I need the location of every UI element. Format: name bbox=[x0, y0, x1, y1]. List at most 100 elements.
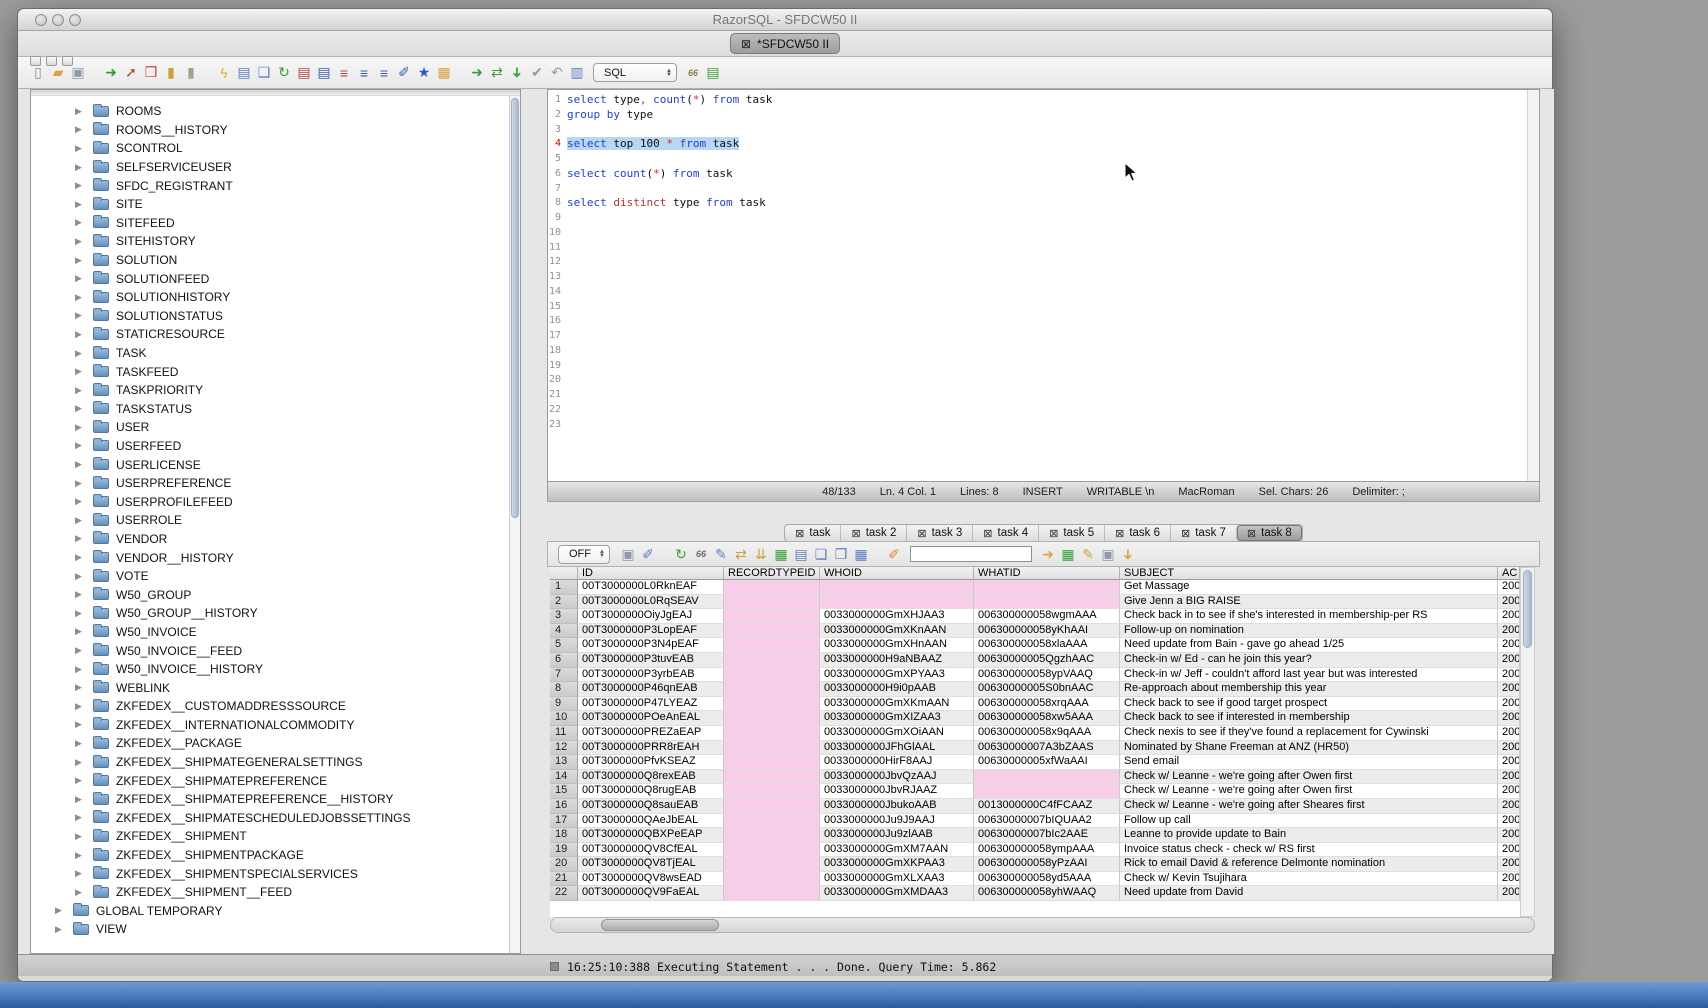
close-tab-icon[interactable]: ⊠ bbox=[1181, 527, 1190, 540]
cell[interactable]: 200 bbox=[1498, 784, 1520, 799]
down-arrow-icon[interactable]: ➜ bbox=[508, 63, 527, 83]
tree-item[interactable]: ▶ZKFEDEX__SHIPMENT__FEED bbox=[31, 883, 520, 902]
expand-triangle-icon[interactable]: ▶ bbox=[75, 831, 89, 842]
result-tab[interactable]: ⊠task 4 bbox=[972, 525, 1038, 541]
cell[interactable] bbox=[820, 595, 974, 610]
cell[interactable]: Check back in to see if she's interested… bbox=[1120, 609, 1498, 624]
cell[interactable]: Give Jenn a BIG RAISE bbox=[1120, 595, 1498, 610]
cell[interactable] bbox=[724, 668, 820, 683]
cell[interactable]: 00T3000000Q8rexEAB bbox=[578, 770, 724, 785]
cell[interactable]: 006300000058yKhAAI bbox=[974, 624, 1120, 639]
expand-triangle-icon[interactable]: ▶ bbox=[75, 645, 89, 656]
cell[interactable] bbox=[724, 595, 820, 610]
tree-item[interactable]: ▶USERFEED bbox=[31, 437, 520, 456]
window-titlebar[interactable]: RazorSQL - SFDCW50 II bbox=[18, 9, 1552, 31]
result-tab[interactable]: ⊠task 8 bbox=[1236, 525, 1302, 541]
cell[interactable]: 0033000000JFhGlAAL bbox=[820, 741, 974, 756]
commit-check-icon[interactable]: ✔ bbox=[527, 63, 547, 82]
cell[interactable]: 200 bbox=[1498, 828, 1520, 843]
code-area[interactable]: select type, count(*) from taskgroup by … bbox=[563, 90, 1527, 481]
cell[interactable]: 200 bbox=[1498, 697, 1520, 712]
result-tab[interactable]: ⊠task 7 bbox=[1170, 525, 1236, 541]
results-horizontal-scrollbar[interactable] bbox=[550, 917, 1535, 933]
column-header[interactable]: WHATID bbox=[974, 567, 1120, 580]
describe-table-icon[interactable]: ▤ bbox=[234, 63, 254, 82]
expand-triangle-icon[interactable]: ▶ bbox=[75, 794, 89, 805]
search-input[interactable] bbox=[910, 546, 1032, 562]
cell[interactable]: 200 bbox=[1498, 609, 1520, 624]
table-row[interactable]: 1100T3000000PREZaEAP0033000000GmXOiAAN00… bbox=[550, 726, 1520, 741]
align-lines-icon[interactable]: ≡ bbox=[354, 63, 374, 82]
cell[interactable]: Leanne to provide update to Bain bbox=[1120, 828, 1498, 843]
tree-item[interactable]: ▶W50_GROUP bbox=[31, 585, 520, 604]
tree-item[interactable]: ▶SOLUTIONFEED bbox=[31, 269, 520, 288]
tree-item[interactable]: ▶USERLICENSE bbox=[31, 455, 520, 474]
cell[interactable]: 0033000000HirF8AAJ bbox=[820, 755, 974, 770]
result-tab[interactable]: ⊠task 5 bbox=[1038, 525, 1104, 541]
tree-item[interactable]: ▶SOLUTION bbox=[31, 251, 520, 270]
tree-item[interactable]: ▶ZKFEDEX__SHIPMATEPREFERENCE__HISTORY bbox=[31, 790, 520, 809]
tree-item[interactable]: ▶USER bbox=[31, 418, 520, 437]
cell[interactable] bbox=[974, 580, 1120, 595]
tree-item[interactable]: ▶SCONTROL bbox=[31, 139, 520, 158]
tree-item[interactable]: ▶VOTE bbox=[31, 567, 520, 586]
table-row[interactable]: 300T3000000OiyJgEAJ0033000000GmXHJAA3006… bbox=[550, 609, 1520, 624]
download-icon[interactable]: ➜ bbox=[1119, 544, 1138, 564]
cell[interactable]: Check back to see if good target prospec… bbox=[1120, 697, 1498, 712]
expand-triangle-icon[interactable]: ▶ bbox=[75, 217, 89, 228]
cell[interactable]: 00T3000000POeAnEAL bbox=[578, 711, 724, 726]
column-header[interactable]: WHOID bbox=[820, 567, 974, 580]
statement-type-select[interactable]: SQL ▲▼ bbox=[593, 63, 677, 82]
cell[interactable]: 00T3000000P47LYEAZ bbox=[578, 697, 724, 712]
tree-item[interactable]: ▶ZKFEDEX__SHIPMATEPREFERENCE bbox=[31, 771, 520, 790]
table-row[interactable]: 1700T3000000QAeJbEAL0033000000Ju9J9AAJ00… bbox=[550, 814, 1520, 829]
tree-item[interactable]: ▶W50_INVOICE__FEED bbox=[31, 641, 520, 660]
doc-view-icon[interactable]: ❏ bbox=[811, 545, 831, 564]
table-row[interactable]: 1400T3000000Q8rexEAB0033000000JbvQzAAJCh… bbox=[550, 770, 1520, 785]
cell[interactable] bbox=[974, 770, 1120, 785]
cell[interactable]: 0033000000GmXKPAA3 bbox=[820, 857, 974, 872]
table-row[interactable]: 1200T3000000PRR8rEAH0033000000JFhGlAAL00… bbox=[550, 741, 1520, 756]
cell[interactable]: 200 bbox=[1498, 755, 1520, 770]
cell[interactable]: 006300000058xw5AAA bbox=[974, 711, 1120, 726]
cell[interactable]: 006300000058yhWAAQ bbox=[974, 886, 1120, 901]
tree-item[interactable]: ▶ZKFEDEX__PACKAGE bbox=[31, 734, 520, 753]
editor-scrollbar[interactable] bbox=[1527, 90, 1539, 481]
cell[interactable]: 0013000000C4fFCAAZ bbox=[974, 799, 1120, 814]
tree-item[interactable]: ▶W50_INVOICE bbox=[31, 623, 520, 642]
cell[interactable]: 200 bbox=[1498, 668, 1520, 683]
cell[interactable]: 0033000000JbvRJAAZ bbox=[820, 784, 974, 799]
cell[interactable] bbox=[724, 857, 820, 872]
edit-doc-icon[interactable]: ✎ bbox=[1078, 545, 1098, 564]
expand-triangle-icon[interactable]: ▶ bbox=[75, 571, 89, 582]
tree-item[interactable]: ▶ROOMS__HISTORY bbox=[31, 121, 520, 140]
cell[interactable] bbox=[724, 886, 820, 901]
tree-item[interactable]: ▶SFDC_REGISTRANT bbox=[31, 176, 520, 195]
table-row[interactable]: 1000T3000000POeAnEAL0033000000GmXIZAA300… bbox=[550, 711, 1520, 726]
results-vertical-scrollbar[interactable] bbox=[1520, 567, 1535, 917]
tree-item[interactable]: ▶TASK bbox=[31, 344, 520, 363]
column-header[interactable]: SUBJECT bbox=[1120, 567, 1498, 580]
cell[interactable]: Check-in w/ Jeff - couldn't afford last … bbox=[1120, 668, 1498, 683]
cell[interactable]: 0033000000GmXLXAA3 bbox=[820, 872, 974, 887]
cell[interactable]: 0033000000Ju9zlAAB bbox=[820, 828, 974, 843]
expand-triangle-icon[interactable]: ▶ bbox=[75, 589, 89, 600]
tree-item[interactable]: ▶ROOMS bbox=[31, 102, 520, 121]
close-tab-icon[interactable]: ⊠ bbox=[1115, 527, 1124, 540]
cell[interactable] bbox=[724, 653, 820, 668]
sidebar-scrollbar-thumb[interactable] bbox=[511, 98, 519, 518]
expand-triangle-icon[interactable]: ▶ bbox=[75, 552, 89, 563]
save-results-icon[interactable]: ▣ bbox=[618, 545, 638, 564]
cell[interactable]: Follow up call bbox=[1120, 814, 1498, 829]
expand-triangle-icon[interactable]: ▶ bbox=[75, 143, 89, 154]
frame-button-icon[interactable] bbox=[62, 56, 73, 66]
cell[interactable]: 006300000058x9qAAA bbox=[974, 726, 1120, 741]
tree-item[interactable]: ▶USERPROFILEFEED bbox=[31, 492, 520, 511]
create-table-icon[interactable]: ▮ bbox=[161, 63, 181, 82]
auto-commit-select[interactable]: OFF ▲▼ bbox=[558, 545, 610, 564]
copy-table-icon[interactable]: ❒ bbox=[141, 63, 161, 82]
cell[interactable]: 00630000005xfWaAAI bbox=[974, 755, 1120, 770]
expand-triangle-icon[interactable]: ▶ bbox=[75, 106, 89, 117]
tree-item[interactable]: ▶ZKFEDEX__CUSTOMADDRESSSOURCE bbox=[31, 697, 520, 716]
cell[interactable]: 0033000000GmXMDAA3 bbox=[820, 886, 974, 901]
